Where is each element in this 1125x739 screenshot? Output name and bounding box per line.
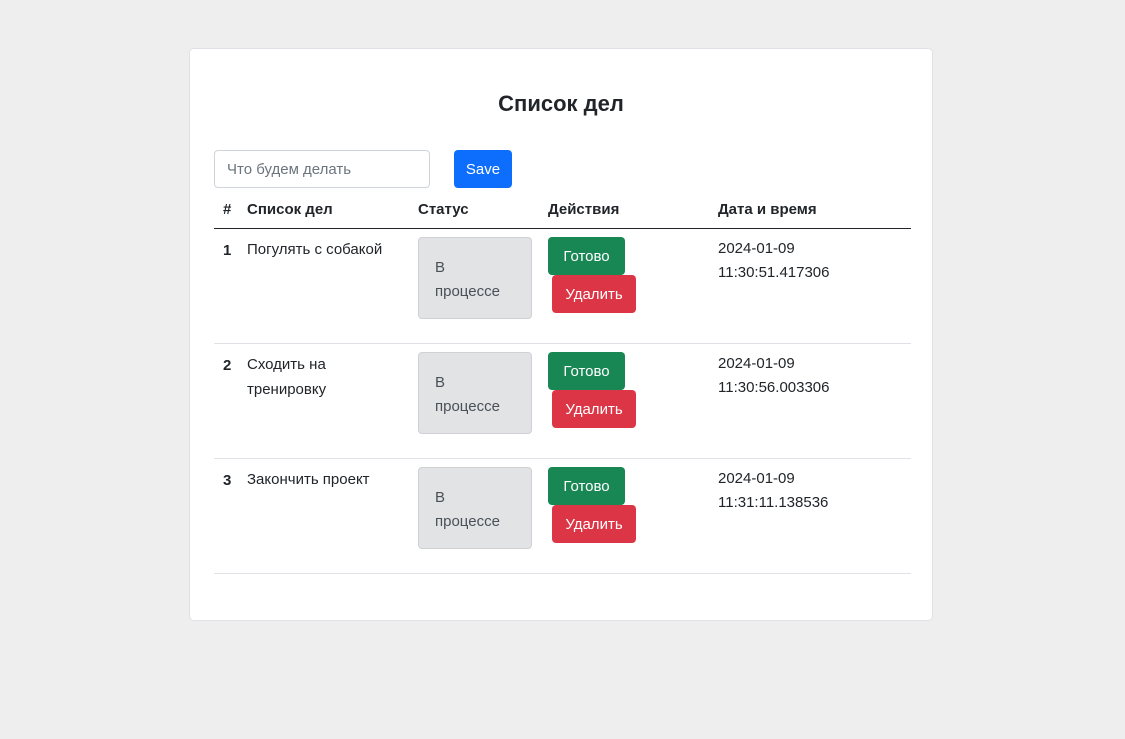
status-text-line1: В [435,489,446,506]
header-datetime: Дата и время [718,201,817,218]
todo-table: # Список дел Статус Действия Дата и врем… [214,189,911,574]
status-text-line1: В [435,374,446,391]
delete-button[interactable]: Удалить [552,505,636,543]
date-text: 2024-01-09 [718,240,795,257]
datetime-cell: 2024-01-09 11:31:11.138536 [718,467,828,515]
done-button[interactable]: Готово [548,352,625,390]
datetime-cell: 2024-01-09 11:30:56.003306 [718,352,830,400]
time-text: 11:30:51.417306 [718,264,830,281]
header-num: # [223,201,232,218]
time-text: 11:30:56.003306 [718,379,830,396]
header-task: Список дел [247,201,333,218]
done-button[interactable]: Готово [548,237,625,275]
status-text-line2: процессе [435,513,500,530]
status-badge: В процессе [418,467,532,549]
page-title: Список дел [498,91,624,116]
task-text: Погулять с собакой [247,241,383,258]
todo-card: Список дел Save # Список дел Статус Дейс… [189,48,933,621]
table-header: # Список дел Статус Действия Дата и врем… [214,189,911,229]
status-text-line2: процессе [435,398,500,415]
status-text-line1: В [435,259,446,276]
todo-input[interactable] [214,150,430,188]
task-text: Сходить на тренировку [247,356,327,398]
delete-button[interactable]: Удалить [552,390,636,428]
task-text: Закончить проект [247,471,370,488]
status-text-line2: процессе [435,283,500,300]
row-number: 1 [223,242,232,259]
table-row: 2 Сходить на тренировку В процессе Готов… [214,344,911,459]
save-button[interactable]: Save [454,150,512,188]
date-text: 2024-01-09 [718,470,795,487]
table-row: 3 Закончить проект В процессе Готово Уда… [214,459,911,574]
status-badge: В процессе [418,352,532,434]
row-number: 3 [223,472,232,489]
table-row: 1 Погулять с собакой В процессе Готово У… [214,229,911,344]
date-text: 2024-01-09 [718,355,795,372]
datetime-cell: 2024-01-09 11:30:51.417306 [718,237,830,285]
delete-button[interactable]: Удалить [552,275,636,313]
status-badge: В процессе [418,237,532,319]
header-status: Статус [418,201,469,218]
done-button[interactable]: Готово [548,467,625,505]
row-number: 2 [223,357,232,374]
header-actions: Действия [548,201,620,218]
time-text: 11:31:11.138536 [718,494,829,511]
